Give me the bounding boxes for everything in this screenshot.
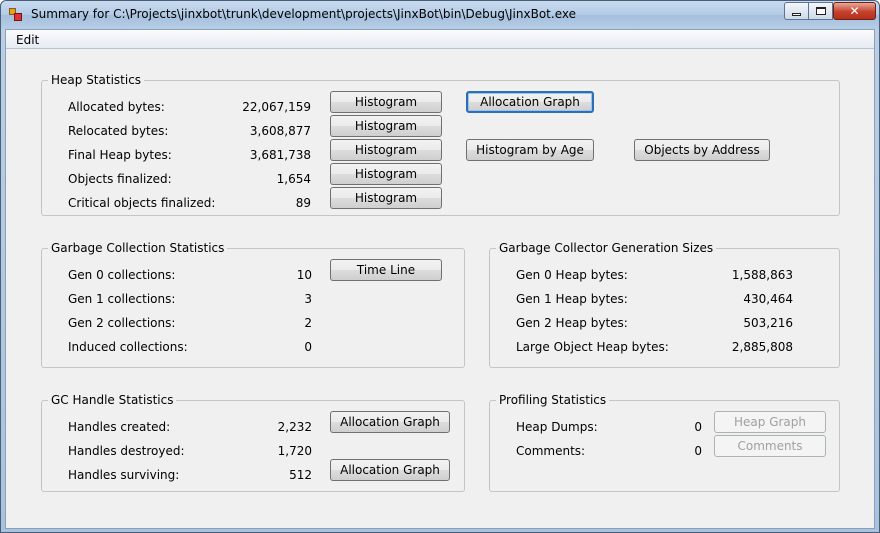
row-label: Gen 0 collections:	[68, 268, 176, 282]
row-label: Critical objects finalized:	[68, 196, 216, 210]
row-label: Allocated bytes:	[68, 100, 165, 114]
row-value: 1,588,863	[731, 268, 793, 282]
row-label: Comments:	[516, 444, 586, 458]
row-label: Gen 2 Heap bytes:	[516, 316, 628, 330]
client-area: Edit Heap Statistics Allocated bytes: 22…	[5, 29, 875, 529]
histogram-objects-finalized-button[interactable]: Histogram	[330, 163, 442, 185]
row-value: 1,720	[277, 444, 312, 458]
window-title: Summary for C:\Projects\jinxbot\trunk\de…	[31, 7, 576, 21]
row-label: Handles destroyed:	[68, 444, 185, 458]
close-button[interactable]: ✕	[833, 2, 876, 20]
row-label: Handles created:	[68, 420, 171, 434]
row-label: Heap Dumps:	[516, 420, 598, 434]
row-value: 430,464	[743, 292, 793, 306]
row-value: 22,067,159	[242, 100, 311, 114]
row-value: 0	[694, 444, 702, 458]
row-value: 2,232	[277, 420, 312, 434]
row-label: Gen 2 collections:	[68, 316, 176, 330]
minimize-button[interactable]	[784, 2, 809, 20]
row-value: 512	[289, 468, 312, 482]
generation-sizes-group: Garbage Collector Generation Sizes Gen 0…	[489, 241, 840, 368]
heap-statistics-group: Heap Statistics Allocated bytes: 22,067,…	[41, 73, 840, 216]
group-title: GC Handle Statistics	[48, 393, 177, 407]
row-value: 3	[304, 292, 312, 306]
maximize-icon	[815, 7, 826, 15]
time-line-button[interactable]: Time Line	[330, 259, 442, 281]
row-value: 0	[694, 420, 702, 434]
group-title: Garbage Collection Statistics	[48, 241, 228, 255]
handle-statistics-group: GC Handle Statistics Handles created: 2,…	[41, 393, 465, 492]
row-value: 10	[296, 268, 312, 282]
maximize-button[interactable]	[808, 2, 833, 20]
histogram-by-age-button[interactable]: Histogram by Age	[466, 139, 594, 161]
app-icon	[9, 8, 23, 22]
row-label: Final Heap bytes:	[68, 148, 172, 162]
row-label: Induced collections:	[68, 340, 188, 354]
row-value: 503,216	[743, 316, 793, 330]
row-value: 89	[295, 196, 311, 210]
objects-by-address-button[interactable]: Objects by Address	[634, 139, 770, 161]
menu-edit[interactable]: Edit	[16, 33, 39, 47]
row-label: Gen 1 Heap bytes:	[516, 292, 628, 306]
menu-bar: Edit	[6, 30, 874, 49]
heap-graph-button[interactable]: Heap Graph	[714, 411, 826, 433]
title-bar[interactable]: Summary for C:\Projects\jinxbot\trunk\de…	[1, 1, 879, 29]
minimize-icon	[792, 12, 801, 16]
row-value: 3,608,877	[249, 124, 311, 138]
row-label: Gen 0 Heap bytes:	[516, 268, 628, 282]
histogram-relocated-button[interactable]: Histogram	[330, 115, 442, 137]
group-title: Profiling Statistics	[496, 393, 610, 407]
row-label: Objects finalized:	[68, 172, 172, 186]
gc-statistics-group: Garbage Collection Statistics Gen 0 coll…	[41, 241, 465, 368]
row-label: Gen 1 collections:	[68, 292, 176, 306]
window-frame: Summary for C:\Projects\jinxbot\trunk\de…	[0, 0, 880, 533]
profiling-statistics-group: Profiling Statistics Heap Dumps: 0 Heap …	[489, 393, 840, 492]
allocation-graph-handles-surviving-button[interactable]: Allocation Graph	[330, 459, 450, 481]
comments-button[interactable]: Comments	[714, 435, 826, 457]
group-title: Heap Statistics	[48, 73, 145, 87]
allocation-graph-button[interactable]: Allocation Graph	[466, 91, 594, 113]
histogram-final-heap-button[interactable]: Histogram	[330, 139, 442, 161]
row-label: Handles surviving:	[68, 468, 180, 482]
row-label: Relocated bytes:	[68, 124, 169, 138]
row-value: 1,654	[276, 172, 311, 186]
row-value: 2	[304, 316, 312, 330]
row-value: 3,681,738	[249, 148, 311, 162]
close-icon: ✕	[849, 4, 860, 18]
group-title: Garbage Collector Generation Sizes	[496, 241, 717, 255]
histogram-critical-finalized-button[interactable]: Histogram	[330, 187, 442, 209]
row-label: Large Object Heap bytes:	[516, 340, 669, 354]
row-value: 0	[304, 340, 312, 354]
row-value: 2,885,808	[731, 340, 793, 354]
allocation-graph-handles-created-button[interactable]: Allocation Graph	[330, 411, 450, 433]
histogram-allocated-button[interactable]: Histogram	[330, 91, 442, 113]
